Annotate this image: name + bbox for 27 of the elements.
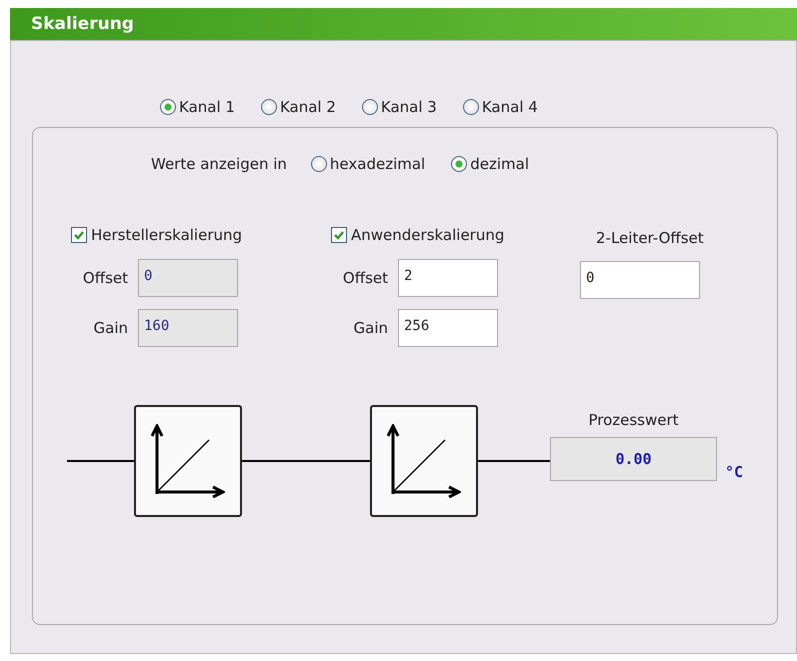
section-title: Skalierung: [31, 14, 134, 34]
field-label: Gain: [92, 319, 128, 337]
channel-radio[interactable]: Kanal 3: [362, 87, 437, 127]
channel-radio[interactable]: Kanal 4: [462, 87, 538, 127]
scaling-checkbox[interactable]: Anwenderskalierung: [331, 223, 588, 247]
input-field[interactable]: 256: [398, 309, 498, 347]
linear-graph-icon: [151, 424, 225, 498]
channel-radio[interactable]: Kanal 1: [160, 87, 235, 127]
field-label: Offset: [342, 269, 388, 287]
field-label: Gain: [352, 319, 388, 337]
field-label: 2-Leiter-Offset: [596, 229, 704, 249]
channel-radio[interactable]: Kanal 2: [260, 87, 336, 127]
format-radio[interactable]: dezimal: [451, 155, 529, 173]
check-icon: [73, 229, 85, 241]
process-label: Prozesswert: [588, 411, 679, 429]
field-label: Offset: [82, 269, 128, 287]
connection-line: [67, 460, 134, 462]
unit-label: °C: [725, 463, 744, 481]
check-icon: [333, 229, 345, 241]
input-field[interactable]: 2: [398, 259, 498, 297]
format-radio[interactable]: hexadezimal: [310, 155, 426, 173]
scaling-checkbox[interactable]: Herstellerskalierung: [71, 223, 328, 247]
display-label: Werte anzeigen in: [151, 155, 287, 173]
connection-line: [478, 460, 550, 462]
process-value-field: 0.00: [550, 437, 717, 481]
input-field[interactable]: 0: [580, 261, 700, 299]
linear-graph-icon: [387, 424, 461, 498]
